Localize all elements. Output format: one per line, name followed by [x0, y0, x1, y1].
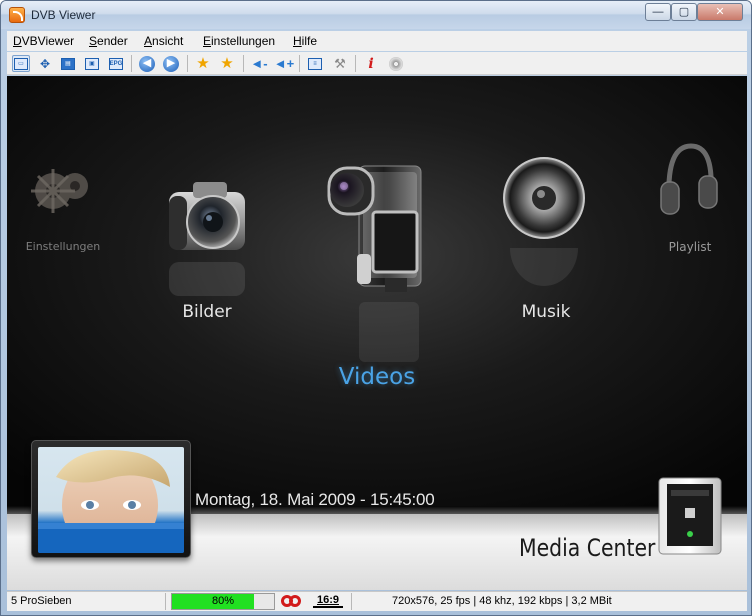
fullscreen-button[interactable]: ✥ [36, 55, 54, 72]
menu-hilfe[interactable]: Hilfe [293, 34, 317, 48]
window-title: DVB Viewer [31, 8, 96, 22]
toolbar-divider [131, 55, 132, 72]
app-window: DVB Viewer — ▢ ✕ DVBViewer Sender Ansich… [0, 0, 752, 616]
star-add-icon: ★ [220, 55, 234, 72]
signal-strength-meter: 80% [171, 593, 275, 610]
toolbar-divider [299, 55, 300, 72]
teletext-icon: ▤ [61, 57, 75, 70]
date-time-display: Montag, 18. Mai 2009 - 15:45:00 [195, 490, 435, 509]
menu-tile-einstellungen[interactable] [23, 156, 103, 246]
close-button[interactable]: ✕ [697, 3, 743, 21]
channel-list-button[interactable]: ≡ [306, 55, 324, 72]
gear-icon [31, 169, 88, 213]
menu-label-bilder: Bilder [182, 302, 232, 322]
media-center-brand: Media Center [519, 534, 656, 562]
dvb-viewer-logo-icon [9, 7, 25, 23]
computer-icon [658, 477, 722, 555]
speaker-reflection [509, 210, 579, 288]
fullscreen-icon: ✥ [39, 56, 51, 71]
status-divider [165, 593, 166, 610]
menu-label-playlist: Playlist [668, 240, 712, 254]
menu-einstellungen[interactable]: Einstellungen [203, 34, 275, 48]
wrench-icon: ⚒ [334, 56, 346, 71]
menu-ansicht[interactable]: Ansicht [144, 34, 183, 48]
status-divider [351, 593, 352, 610]
menu-sender[interactable]: Sender [89, 34, 128, 48]
window-mode-button[interactable]: ▭ [12, 55, 30, 72]
disc-button[interactable] [387, 55, 405, 72]
menu-label-einstellungen: Einstellungen [25, 240, 101, 253]
volume-up-button[interactable]: ◄+ [273, 55, 295, 72]
disc-icon [389, 56, 403, 71]
teletext-button[interactable]: ▤ [59, 55, 77, 72]
volume-up-icon: ◄+ [273, 56, 295, 71]
previous-channel-button[interactable]: ◀ [138, 55, 156, 72]
menu-label-musik: Musik [521, 302, 571, 322]
osd-icon: ▣ [85, 57, 99, 70]
epg-icon: EPG [109, 57, 123, 70]
menu-dvbviewer[interactable]: DVBViewer [13, 34, 74, 48]
aspect-ratio-indicator[interactable]: 16:9 [313, 594, 343, 608]
menu-tile-playlist[interactable] [659, 138, 719, 228]
arrow-left-icon: ◀ [139, 55, 155, 72]
media-center-view: Einstellungen Bilder Videos Musik Playli… [7, 76, 747, 590]
live-tv-thumbnail [38, 447, 184, 553]
menu-tile-musik[interactable] [499, 148, 589, 248]
volume-down-button[interactable]: ◄- [250, 55, 268, 72]
record-button[interactable]: i [362, 55, 380, 72]
camcorder-reflection [359, 302, 419, 362]
menu-tile-videos[interactable] [319, 158, 429, 303]
toolbar-divider [355, 55, 356, 72]
menu-label-videos: Videos [338, 364, 416, 390]
camera-reflection [157, 262, 257, 296]
minimize-button[interactable]: — [645, 3, 671, 21]
volume-down-icon: ◄- [250, 56, 268, 71]
dolby-audio-icon [281, 594, 303, 608]
headphones-icon [660, 143, 718, 215]
toolbar: ▭ ✥ ▤ ▣ EPG ◀ ▶ ★ ★ ◄- ◄+ ≡ ⚒ i [7, 52, 747, 75]
window-mode-icon: ▭ [14, 57, 28, 70]
options-button[interactable]: ⚒ [331, 55, 349, 72]
tv-preview[interactable] [31, 440, 191, 558]
channel-list-icon: ≡ [308, 57, 322, 70]
epg-button[interactable]: EPG [107, 55, 125, 72]
arrow-right-icon: ▶ [163, 55, 179, 72]
speaker-icon [503, 157, 585, 239]
maximize-button[interactable]: ▢ [671, 3, 697, 21]
favorites-button[interactable]: ★ [194, 55, 212, 72]
camera-icon [169, 182, 245, 250]
stream-info: 720x576, 25 fps | 48 khz, 192 kbps | 3,2… [392, 595, 612, 607]
title-bar[interactable]: DVB Viewer — ▢ ✕ [1, 1, 751, 29]
toolbar-divider [243, 55, 244, 72]
signal-strength-value: 80% [211, 595, 235, 607]
status-bar: 5 ProSieben 80% 16:9 720x576, 25 fps | 4… [7, 591, 747, 611]
add-favorite-button[interactable]: ★ [218, 55, 236, 72]
channel-name: 5 ProSieben [11, 595, 72, 607]
star-icon: ★ [196, 55, 210, 72]
osd-button[interactable]: ▣ [83, 55, 101, 72]
next-channel-button[interactable]: ▶ [162, 55, 180, 72]
menu-bar: DVBViewer Sender Ansicht Einstellungen H… [7, 31, 747, 51]
record-icon: i [368, 55, 374, 72]
toolbar-divider [187, 55, 188, 72]
media-pc-image [655, 474, 725, 558]
camcorder-icon [327, 165, 422, 292]
menu-tile-bilder[interactable] [157, 174, 257, 264]
